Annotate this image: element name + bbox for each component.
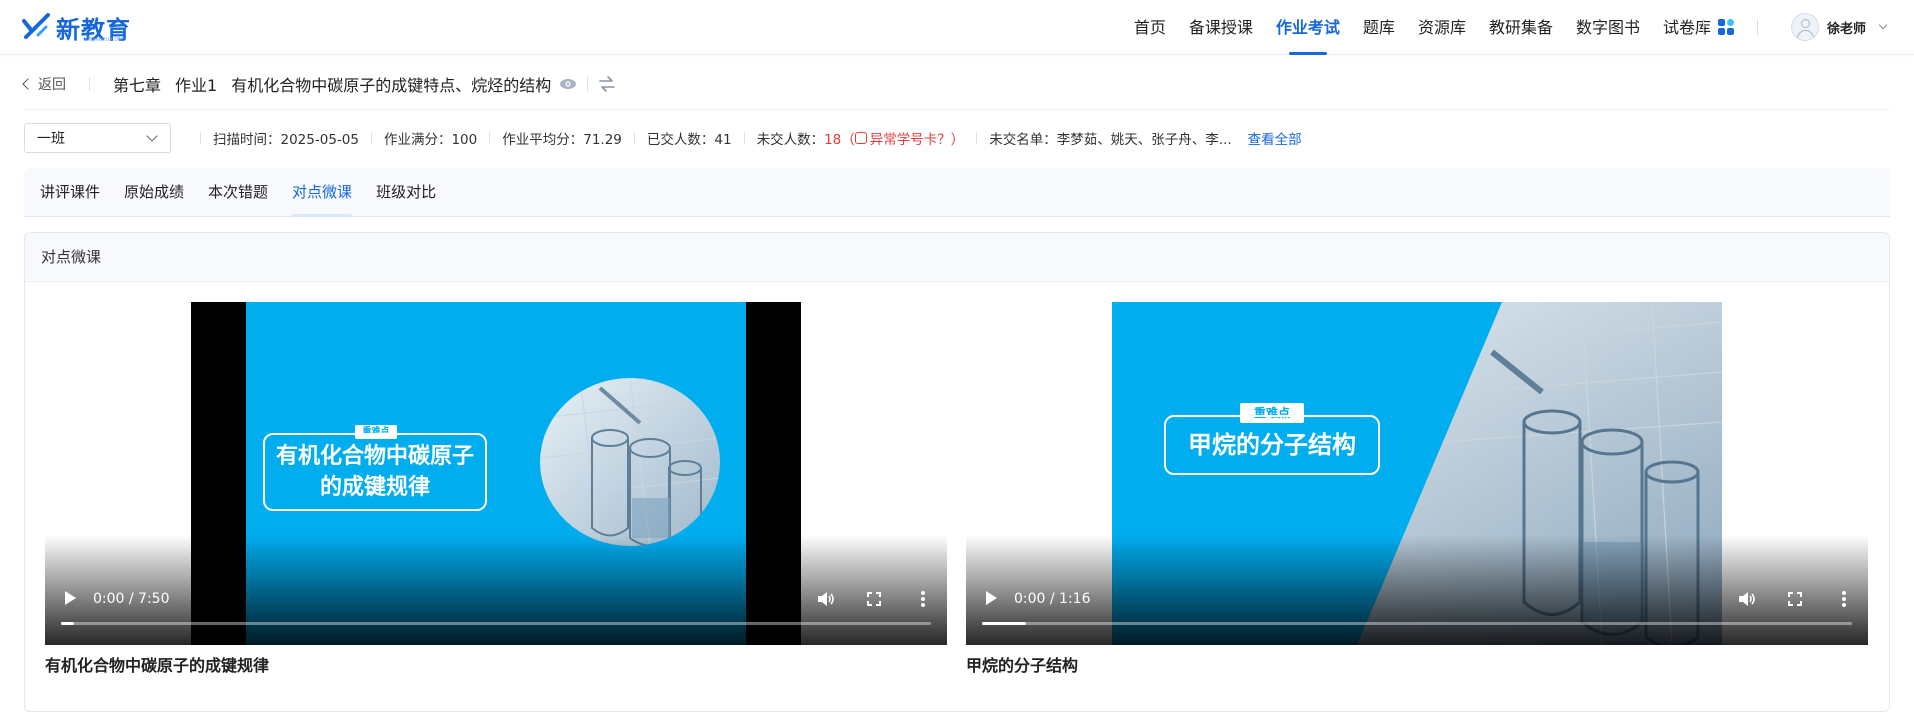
video-progress-fill: [61, 622, 75, 625]
stat-divider: [200, 132, 201, 144]
chapter-label: 第七章: [113, 76, 162, 95]
nav-divider: [1757, 19, 1758, 35]
brand-logo[interactable]: 新教育 XINJIAOYU.COM: [22, 10, 131, 44]
scan-time-value: 2025-05-05: [280, 132, 359, 148]
unsubmitted-count: 未交人数：18（ 异常学号卡？）: [756, 128, 965, 148]
anomaly-card-link[interactable]: 异常学号卡？: [854, 128, 951, 148]
full-score-value: 100: [451, 132, 478, 148]
assignment-stats: 扫描时间：2025-05-05 作业满分：100 作业平均分：71.29 已交人…: [188, 123, 1302, 153]
nav-item[interactable]: 教研集备: [1489, 0, 1553, 55]
breadcrumb: 返回 第七章 作业1 有机化合物中碳原子的成键特点、烷烃的结构: [22, 69, 616, 99]
fullscreen-icon[interactable]: [1788, 592, 1802, 606]
stat-divider: [633, 132, 635, 144]
full-score: 作业满分：100: [384, 128, 477, 148]
tab-item[interactable]: 对点微课: [292, 168, 353, 217]
scan-time-label: 扫描时间：: [213, 132, 281, 148]
play-icon[interactable]: [986, 591, 997, 605]
video-controls: [966, 535, 1868, 645]
video-player[interactable]: 重难点 有机化合物中碳原子 的成键规律 0:00 / 7:50: [45, 302, 947, 645]
title-divider: [587, 77, 589, 91]
user-name: 徐老师: [1827, 21, 1867, 37]
stat-divider: [370, 132, 372, 144]
scan-time: 扫描时间：2025-05-05: [213, 128, 359, 148]
nav-item[interactable]: 作业考试: [1276, 0, 1340, 55]
class-select-value: 一班: [37, 131, 65, 147]
missing-list-value: 李梦茹、姚天、张子舟、李...: [1056, 132, 1232, 148]
view-all-link[interactable]: 查看全部: [1248, 128, 1302, 148]
video-caption: 有机化合物中碳原子的成键规律: [45, 656, 270, 675]
report-tabs: 讲评课件 原始成绩 本次错题 对点微课 班级对比: [24, 168, 1890, 217]
tab-item[interactable]: 原始成绩: [124, 168, 184, 217]
submitted-label: 已交人数：: [646, 132, 715, 148]
back-label: 返回: [38, 77, 66, 93]
nav-divider: [1703, 19, 1704, 35]
apps-grid-icon[interactable]: [1718, 19, 1734, 35]
nav-item[interactable]: 资源库: [1418, 0, 1466, 55]
anomaly-suffix: ）: [950, 132, 965, 148]
test-tubes-image: [540, 378, 720, 546]
swap-icon[interactable]: [598, 76, 616, 92]
card-warning-icon: [854, 132, 867, 144]
avatar: [1791, 13, 1819, 41]
slide-title-line: 甲烷的分子结构: [1188, 431, 1356, 459]
avg-score-label: 作业平均分：: [502, 132, 584, 148]
fullscreen-icon[interactable]: [867, 592, 881, 606]
unsubmitted-value: 18: [824, 132, 842, 148]
panel-title: 对点微课: [25, 233, 1889, 282]
eye-icon[interactable]: [559, 78, 577, 90]
missing-list: 未交名单：李梦茹、姚天、张子舟、李...: [989, 128, 1231, 148]
video-progress[interactable]: [982, 622, 1852, 625]
nav-item[interactable]: 备课授课: [1189, 0, 1253, 55]
video-player[interactable]: 重难点 甲烷的分子结构 0:00 / 1:16: [966, 302, 1868, 645]
missing-list-label: 未交名单：: [989, 132, 1057, 148]
unsubmitted-label: 未交人数：: [756, 132, 825, 148]
slide-title: 甲烷的分子结构: [1164, 415, 1380, 475]
anomaly-label: 异常学号卡？: [869, 132, 951, 148]
avg-score: 作业平均分：71.29: [502, 128, 622, 148]
top-navbar: 新教育 XINJIAOYU.COM 首页 备课授课 作业考试 题库 资源库 教研集备 数字图…: [0, 0, 1914, 55]
main-nav: 首页 备课授课 作业考试 题库 资源库 教研集备 数字图书 试卷库: [1111, 0, 1711, 55]
video-progress-fill: [982, 622, 1026, 625]
topic-label: 有机化合物中碳原子的成键特点、烷烃的结构: [231, 76, 552, 95]
more-options-icon[interactable]: [921, 591, 925, 607]
avg-score-value: 71.29: [583, 132, 622, 148]
slide-title-line: 的成键规律: [319, 475, 430, 500]
submitted-value: 41: [714, 132, 732, 148]
nav-item[interactable]: 数字图书: [1576, 0, 1640, 55]
nav-item[interactable]: 首页: [1134, 0, 1166, 55]
class-select[interactable]: 一班: [24, 123, 171, 153]
anomaly-prefix: （: [841, 132, 855, 148]
nav-item[interactable]: 题库: [1363, 0, 1395, 55]
header-divider: [24, 109, 1890, 110]
slide-title-line: 有机化合物中碳原子: [275, 444, 474, 469]
submitted-count: 已交人数：41: [647, 128, 732, 148]
tab-item[interactable]: 本次错题: [208, 168, 268, 217]
logo-mark-icon: [22, 13, 50, 39]
tab-item[interactable]: 讲评课件: [40, 168, 100, 217]
stat-divider: [743, 132, 745, 144]
user-menu[interactable]: 徐老师: [1791, 13, 1888, 41]
brand-tagline: XINJIAOYU.COM: [84, 37, 123, 43]
chevron-down-icon: [146, 130, 158, 142]
video-time: 0:00 / 1:16: [1014, 591, 1091, 607]
video-controls: [45, 535, 947, 645]
stat-divider: [976, 132, 978, 144]
page-title: 第七章 作业1 有机化合物中碳原子的成键特点、烷烃的结构: [113, 72, 559, 96]
chevron-left-icon: [22, 78, 34, 90]
slide-title: 有机化合物中碳原子 的成键规律: [263, 433, 487, 511]
video-caption: 甲烷的分子结构: [966, 656, 1079, 675]
volume-icon[interactable]: [817, 591, 835, 607]
more-options-icon[interactable]: [1842, 591, 1846, 607]
volume-icon[interactable]: [1738, 591, 1756, 607]
video-progress[interactable]: [61, 622, 931, 625]
assignment-label: 作业1: [175, 76, 218, 95]
back-button[interactable]: 返回: [22, 74, 66, 94]
stat-divider: [489, 132, 491, 144]
breadcrumb-divider: [89, 77, 90, 91]
full-score-label: 作业满分：: [383, 132, 452, 148]
video-time: 0:00 / 7:50: [93, 591, 170, 607]
tab-item[interactable]: 班级对比: [376, 168, 436, 217]
play-icon[interactable]: [65, 591, 76, 605]
chevron-down-icon: [1878, 20, 1888, 30]
